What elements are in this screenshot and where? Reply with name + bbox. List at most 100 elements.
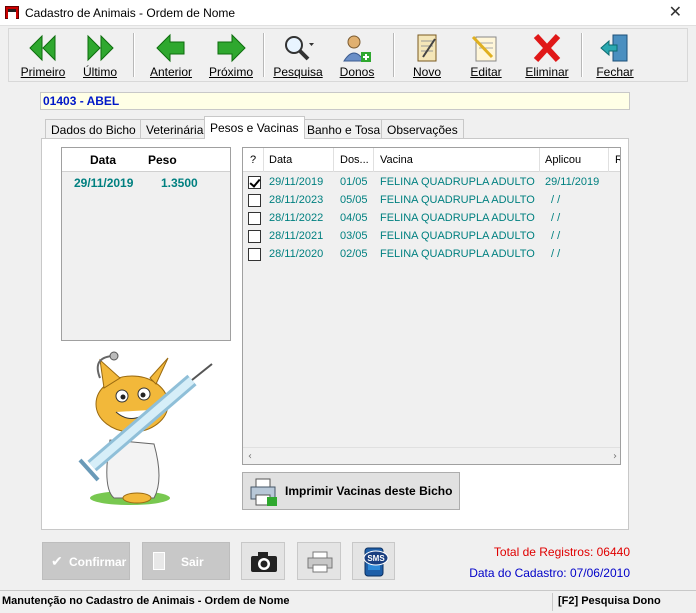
vaccine-dose-cell: 02/05 (340, 248, 368, 260)
last-record-button[interactable]: Último (75, 29, 125, 81)
previous-record-icon (156, 33, 185, 63)
owners-icon (343, 35, 371, 62)
vaccines-grid[interactable]: ? Data Dos... Vacina Aplicou R 29/11/201… (242, 147, 621, 465)
weights-weight-header: Peso (148, 153, 177, 167)
toolbar: Primeiro Último Anterior Próximo Pesquis… (8, 28, 688, 82)
vaccine-applied-cell: / / (551, 212, 561, 224)
edit-icon (471, 35, 497, 62)
print-button[interactable] (297, 542, 341, 580)
vaccine-applied-cell: / / (551, 194, 561, 206)
sms-button[interactable]: SMS (352, 542, 395, 580)
table-row[interactable]: 29/11/2019 01/05 FELINA QUADRUPLA ADULTO… (243, 174, 620, 192)
vaccine-applied-checkbox[interactable] (248, 248, 261, 261)
tab-banho-e-tosa[interactable]: Banho e Tosa (301, 119, 387, 139)
vaccine-name-cell: FELINA QUADRUPLA ADULTO (380, 248, 535, 260)
weights-date-header: Data (90, 153, 117, 167)
toolbar-separator (393, 33, 395, 77)
sms-phone-icon: SMS (363, 547, 389, 577)
vaccine-applied-header: Aplicou (545, 154, 582, 166)
vaccine-name-cell: FELINA QUADRUPLA ADULTO (380, 230, 535, 242)
close-window-icon[interactable]: ✕ (669, 2, 682, 21)
vaccine-name-cell: FELINA QUADRUPLA ADULTO (380, 176, 535, 188)
table-row[interactable]: 28/11/2022 04/05 FELINA QUADRUPLA ADULTO… (243, 210, 620, 228)
scroll-left-icon[interactable]: ‹ (248, 451, 252, 462)
next-record-button[interactable]: Próximo (203, 29, 259, 81)
registration-date-text: Data do Cadastro: 07/06/2010 (469, 566, 630, 580)
tab-veterinaria[interactable]: Veterinária (140, 119, 210, 139)
owners-button[interactable]: Donos (331, 29, 383, 81)
search-label: Pesquisa (273, 65, 323, 79)
vaccine-applied-cell: / / (551, 230, 561, 242)
new-record-label: Novo (412, 65, 441, 79)
vaccine-dose-cell: 05/05 (340, 194, 368, 206)
vaccine-applied-checkbox[interactable] (248, 230, 261, 243)
first-record-icon (29, 34, 56, 62)
printer-icon (307, 551, 333, 573)
exit-door-icon (600, 34, 628, 62)
edit-button[interactable]: Editar (461, 29, 511, 81)
vaccine-r-header: R (615, 154, 620, 166)
vaccine-dose-cell: 01/05 (340, 176, 368, 188)
vaccine-name-header: Vacina (380, 154, 413, 166)
vaccine-applied-checkbox[interactable] (248, 212, 261, 225)
vaccine-date-cell: 29/11/2019 (269, 176, 324, 188)
title-bar: Cadastro de Animais - Ordem de Nome ✕ (0, 0, 696, 26)
svg-text:SMS: SMS (367, 554, 385, 563)
door-icon (153, 552, 165, 570)
delete-button[interactable]: Eliminar (519, 29, 575, 81)
table-row[interactable]: 28/11/2021 03/05 FELINA QUADRUPLA ADULTO… (243, 228, 620, 246)
vaccine-check-header: ? (250, 154, 257, 166)
vaccine-date-cell: 28/11/2023 (269, 194, 324, 206)
previous-record-button[interactable]: Anterior (143, 29, 199, 81)
vaccine-applied-checkbox[interactable] (248, 194, 261, 207)
close-form-button[interactable]: Fechar (591, 29, 639, 81)
delete-label: Eliminar (525, 65, 569, 79)
search-icon (285, 36, 314, 61)
vaccine-date-cell: 28/11/2021 (269, 230, 324, 242)
tab-pesos-e-vacinas[interactable]: Pesos e Vacinas (204, 116, 305, 139)
first-record-button[interactable]: Primeiro (13, 29, 73, 81)
printer-icon (250, 478, 277, 506)
table-row[interactable]: 29/11/2019 1.3500 (62, 176, 230, 194)
vaccine-name-cell: FELINA QUADRUPLA ADULTO (380, 212, 535, 224)
weights-header: Data Peso (62, 148, 230, 172)
vaccines-header: ? Data Dos... Vacina Aplicou R (243, 148, 620, 172)
next-record-icon (217, 33, 246, 63)
last-record-label: Último (82, 65, 117, 79)
status-shortcut-hint: [F2] Pesquisa Dono (558, 595, 661, 607)
camera-button[interactable] (241, 542, 285, 580)
vaccine-applied-cell: 29/11/2019 (545, 176, 600, 188)
toolbar-separator (581, 33, 583, 77)
window-title: Cadastro de Animais - Ordem de Nome (25, 6, 236, 20)
scroll-right-icon[interactable]: › (613, 451, 617, 462)
camera-icon (251, 552, 277, 572)
vaccine-applied-checkbox[interactable] (248, 176, 261, 189)
delete-icon (533, 33, 561, 63)
vaccine-date-cell: 28/11/2020 (269, 248, 324, 260)
tab-dados-do-bicho[interactable]: Dados do Bicho (45, 119, 142, 139)
vaccine-applied-cell: / / (551, 248, 561, 260)
horizontal-scrollbar[interactable]: ‹ › (243, 447, 620, 464)
previous-record-label: Anterior (149, 65, 193, 79)
confirm-label: Confirmar (69, 555, 127, 569)
print-vaccines-label: Imprimir Vacinas deste Bicho (285, 484, 453, 498)
weights-grid[interactable]: Data Peso 29/11/2019 1.3500 (61, 147, 231, 341)
print-vaccines-button[interactable]: Imprimir Vacinas deste Bicho (242, 472, 460, 510)
new-record-button[interactable]: Novo (403, 29, 451, 81)
vaccine-date-cell: 28/11/2022 (269, 212, 324, 224)
exit-button[interactable]: Sair (142, 542, 230, 580)
weight-date-cell: 29/11/2019 (74, 176, 134, 190)
vaccine-name-cell: FELINA QUADRUPLA ADULTO (380, 194, 535, 206)
record-title-field: 01403 - ABEL (40, 92, 630, 110)
new-record-icon (417, 34, 437, 62)
next-record-label: Próximo (208, 65, 253, 79)
checkmark-icon: ✔ (51, 553, 63, 569)
tab-observacoes[interactable]: Observações (381, 119, 464, 139)
search-button[interactable]: Pesquisa (271, 29, 325, 81)
table-row[interactable]: 28/11/2023 05/05 FELINA QUADRUPLA ADULTO… (243, 192, 620, 210)
vaccine-dose-cell: 03/05 (340, 230, 368, 242)
confirm-button[interactable]: ✔ Confirmar (42, 542, 130, 580)
weight-value-cell: 1.3500 (161, 176, 198, 190)
edit-label: Editar (470, 65, 502, 79)
table-row[interactable]: 28/11/2020 02/05 FELINA QUADRUPLA ADULTO… (243, 246, 620, 264)
